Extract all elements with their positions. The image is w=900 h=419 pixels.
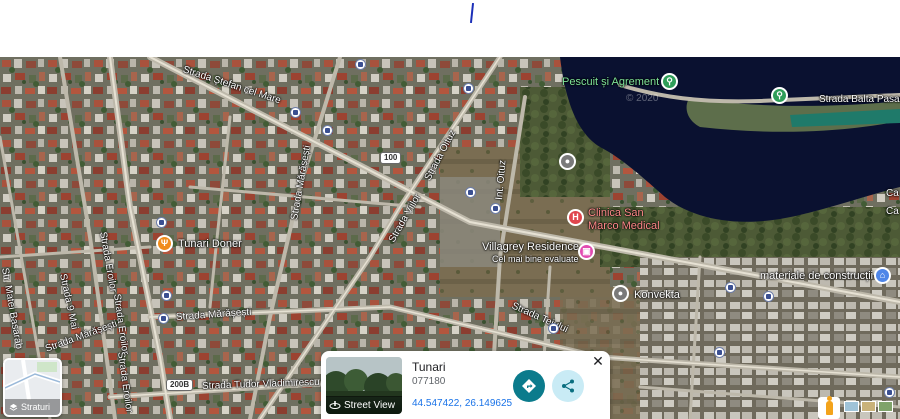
place-card: Street View Tunari 077180 44.547422, 26.… <box>321 351 610 419</box>
road-shield-200b: 200B <box>166 379 194 391</box>
layers-thumbnail <box>5 360 60 401</box>
bus-stop-icon[interactable] <box>156 217 167 228</box>
bus-stop-icon[interactable] <box>725 282 736 293</box>
street-view-label: Street View <box>344 399 395 411</box>
street-view-thumbnail[interactable]: Street View <box>326 357 402 414</box>
edge-label-right-top: Ca <box>886 188 899 199</box>
hotel-pin-icon[interactable]: ▣ <box>578 243 595 260</box>
street-view-image <box>326 357 402 401</box>
fishing-pin-icon[interactable]: ⚲ <box>661 73 678 90</box>
poi-label-konvekta[interactable]: Konvekta <box>634 290 680 301</box>
poi-sublabel-villagrey: Cel mai bine evaluate <box>492 254 579 264</box>
poi-label-clinica-line2[interactable]: Marco Medical <box>588 221 660 232</box>
imagery-thumb-3[interactable] <box>878 401 893 412</box>
street-view-icon <box>329 401 341 409</box>
food-pin-icon[interactable]: Ψ <box>156 235 173 252</box>
poi-label-villagrey[interactable]: Villagrey Residence <box>482 242 579 253</box>
layers-label-row: Straturi <box>5 399 60 415</box>
bus-stop-icon[interactable] <box>355 59 366 70</box>
close-icon[interactable]: ✕ <box>591 354 605 368</box>
poi-label-materiale[interactable]: materiale de construcții <box>760 271 873 282</box>
place-title: Tunari <box>412 360 446 374</box>
pegman-icon[interactable] <box>818 396 840 419</box>
layers-label: Straturi <box>21 402 51 412</box>
street-label-balta-pasarii: Strada Balta Pasar <box>819 94 900 105</box>
poi-label-tunari-doner[interactable]: Tunari Doner <box>178 239 242 250</box>
bus-stop-icon[interactable] <box>714 347 725 358</box>
directions-button[interactable] <box>513 370 545 402</box>
bus-stop-icon[interactable] <box>158 313 169 324</box>
bus-stop-icon[interactable] <box>490 203 501 214</box>
layers-button[interactable]: Straturi <box>3 358 62 417</box>
place-pin-icon[interactable]: ● <box>559 153 576 170</box>
store-pin-icon[interactable]: ⌂ <box>874 267 891 284</box>
road-shield-100: 100 <box>380 152 402 164</box>
edge-label-right-mid: Ca <box>886 206 899 217</box>
share-icon <box>562 379 574 393</box>
hospital-pin-icon[interactable]: H <box>567 209 584 226</box>
layers-icon <box>9 403 18 411</box>
place-postal-code: 077180 <box>412 376 446 387</box>
imagery-thumb-1[interactable] <box>844 401 859 412</box>
bus-stop-icon[interactable] <box>465 187 476 198</box>
bus-stop-icon[interactable] <box>463 83 474 94</box>
bus-stop-icon[interactable] <box>763 291 774 302</box>
svg-text:© 2020: © 2020 <box>626 93 659 104</box>
place-coordinates-link[interactable]: 44.547422, 26.149625 <box>412 398 512 409</box>
park-pin-icon[interactable]: ⚲ <box>771 87 788 104</box>
bus-stop-icon[interactable] <box>548 323 559 334</box>
share-button[interactable] <box>552 370 584 402</box>
imagery-thumbnails[interactable] <box>844 401 893 417</box>
pegman-figure <box>825 396 833 415</box>
bus-stop-icon[interactable] <box>290 107 301 118</box>
screenshot-root: © 2020 Strada Ștefan cel Mare Strada Bal… <box>0 0 900 419</box>
bus-stop-icon[interactable] <box>322 125 333 136</box>
bus-stop-icon[interactable] <box>884 387 895 398</box>
street-view-bar[interactable]: Street View <box>326 396 402 414</box>
bus-stop-icon[interactable] <box>161 290 172 301</box>
place-pin-icon[interactable]: ● <box>612 285 629 302</box>
text-cursor-mark <box>469 2 475 24</box>
poi-label-pescuit[interactable]: Pescuit și Agrement <box>562 77 659 88</box>
poi-label-clinica-line1[interactable]: Clinica San <box>588 208 644 219</box>
directions-icon <box>522 379 536 393</box>
imagery-thumb-2[interactable] <box>861 401 876 412</box>
